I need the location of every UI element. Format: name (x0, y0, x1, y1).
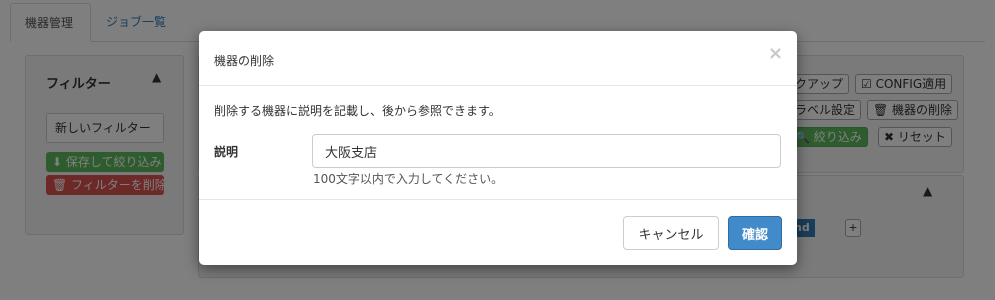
close-icon[interactable]: × (768, 44, 783, 64)
description-label: 説明 (214, 145, 239, 159)
modal-footer-divider (199, 199, 797, 200)
modal-header: 機器の削除 × (199, 31, 797, 86)
cancel-button[interactable]: キャンセル (623, 216, 719, 250)
confirm-button[interactable]: 確認 (728, 216, 782, 250)
modal-description: 削除する機器に説明を記載し、後から参照できます。 (214, 104, 501, 118)
description-input[interactable] (312, 134, 781, 168)
modal-title: 機器の削除 (214, 54, 275, 68)
delete-device-dialog: 機器の削除 × 削除する機器に説明を記載し、後から参照できます。 説明 100文… (199, 31, 797, 265)
description-help: 100文字以内で入力してください。 (313, 172, 504, 186)
